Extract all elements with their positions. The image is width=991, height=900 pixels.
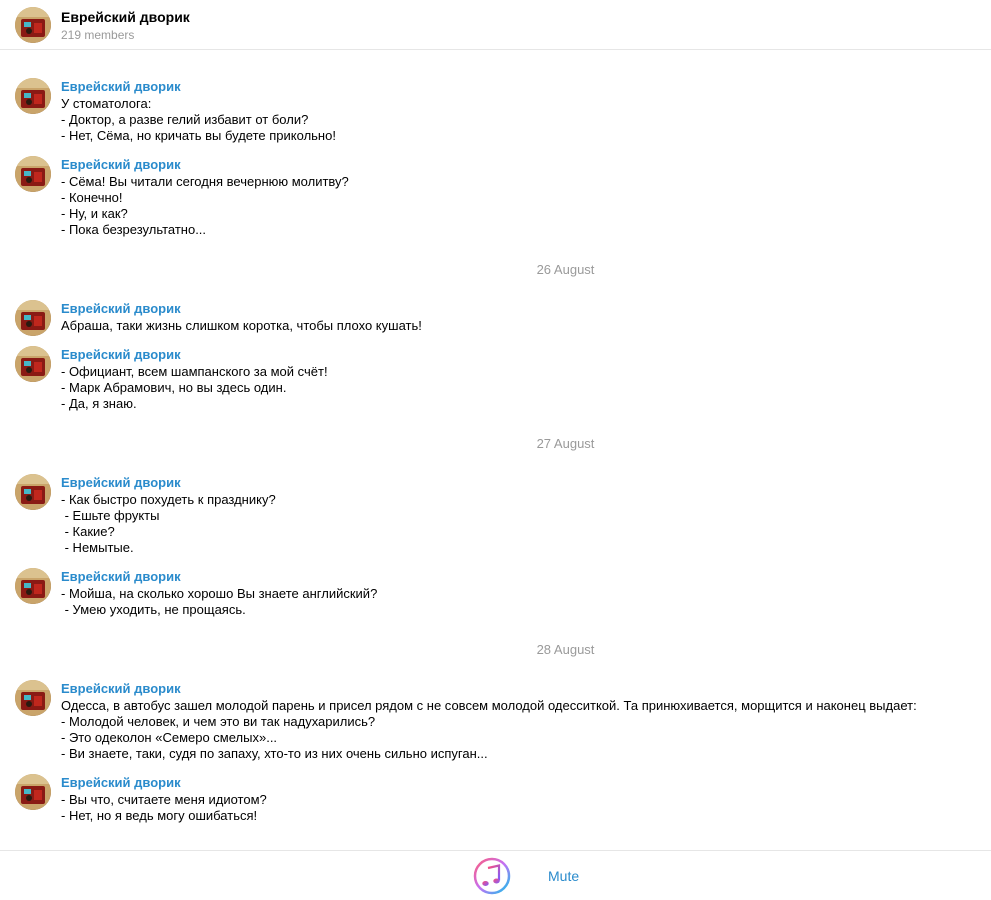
author-avatar[interactable]: [15, 346, 51, 382]
music-note-icon[interactable]: [473, 857, 511, 895]
member-count: 219 members: [61, 28, 135, 42]
message-author[interactable]: Еврейский дворик: [61, 347, 181, 362]
chat-window: Еврейский дворик 219 members Еврейский д…: [0, 0, 991, 900]
author-avatar[interactable]: [15, 78, 51, 114]
message-author[interactable]: Еврейский дворик: [61, 681, 181, 696]
chat-footer: Mute: [0, 850, 991, 900]
author-avatar[interactable]: [15, 474, 51, 510]
message-author[interactable]: Еврейский дворик: [61, 475, 181, 490]
message-text: У стоматолога: - Доктор, а разве гелий и…: [61, 96, 336, 143]
message-author[interactable]: Еврейский дворик: [61, 157, 181, 172]
message-author[interactable]: Еврейский дворик: [61, 775, 181, 790]
author-avatar[interactable]: [15, 156, 51, 192]
mute-button[interactable]: Mute: [548, 868, 579, 884]
date-separator: 27 August: [536, 436, 595, 451]
author-avatar[interactable]: [15, 300, 51, 336]
author-avatar[interactable]: [15, 774, 51, 810]
message-text: Абраша, таки жизнь слишком коротка, чтоб…: [61, 318, 422, 333]
message-feed[interactable]: Еврейский дворик У стоматолога: - Доктор…: [0, 50, 991, 850]
message-text: Одесса, в автобус зашел молодой парень и…: [61, 698, 917, 761]
author-avatar[interactable]: [15, 568, 51, 604]
date-separator: 28 August: [536, 642, 595, 657]
message-text: - Официант, всем шампанского за мой счёт…: [61, 364, 328, 411]
message-author[interactable]: Еврейский дворик: [61, 79, 181, 94]
message-text: - Вы что, считаете меня идиотом? - Нет, …: [61, 792, 267, 823]
author-avatar[interactable]: [15, 680, 51, 716]
chat-header: Еврейский дворик 219 members: [0, 0, 991, 50]
message-author[interactable]: Еврейский дворик: [61, 569, 181, 584]
date-separator: 26 August: [536, 262, 595, 277]
channel-avatar[interactable]: [15, 7, 51, 43]
message-text: - Сёма! Вы читали сегодня вечернюю молит…: [61, 174, 349, 237]
message-text: - Как быстро похудеть к празднику? - Ешь…: [61, 492, 276, 555]
message-text: - Мойша, на сколько хорошо Вы знаете анг…: [61, 586, 378, 617]
message-author[interactable]: Еврейский дворик: [61, 301, 181, 316]
chat-title: Еврейский дворик: [61, 9, 190, 25]
